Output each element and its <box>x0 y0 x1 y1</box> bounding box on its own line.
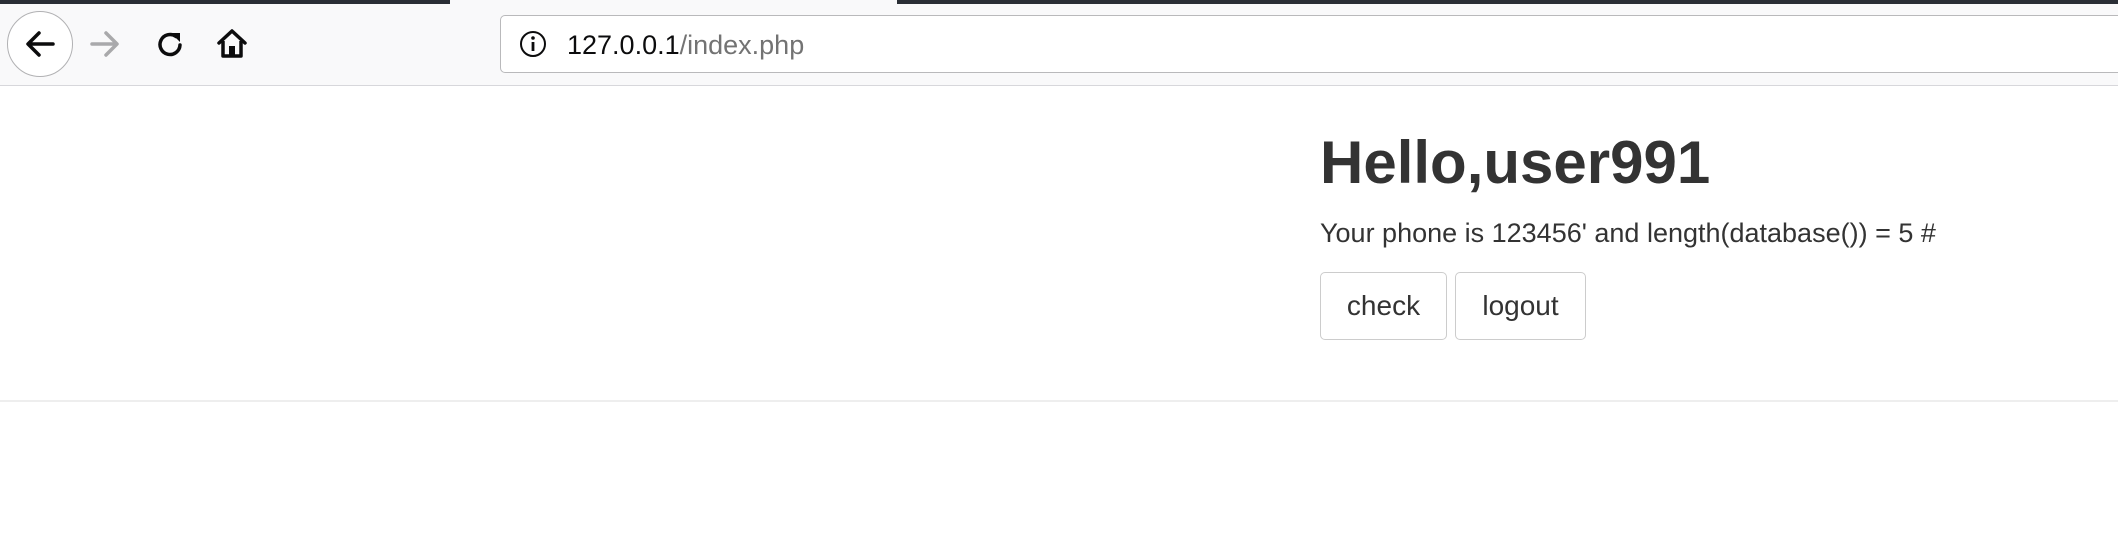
browser-toolbar: 127.0.0.1/index.php <box>0 0 2118 86</box>
logout-button[interactable]: logout <box>1455 272 1586 340</box>
url-text[interactable]: 127.0.0.1/index.php <box>567 29 804 61</box>
forward-arrow-icon <box>90 31 119 57</box>
back-button[interactable] <box>7 11 73 77</box>
tab-strip-right <box>897 0 2118 4</box>
forward-button[interactable] <box>82 21 128 67</box>
home-button[interactable] <box>209 21 255 67</box>
url-host: 127.0.0.1 <box>567 30 680 60</box>
tab-strip-left <box>0 0 450 4</box>
check-button[interactable]: check <box>1320 272 1447 340</box>
url-path: /index.php <box>679 30 805 60</box>
divider <box>0 400 2118 402</box>
phone-text: Your phone is 123456' and length(databas… <box>1320 218 1936 248</box>
address-bar[interactable]: 127.0.0.1/index.php <box>500 15 2118 73</box>
back-arrow-icon <box>26 31 55 57</box>
reload-icon <box>158 32 182 57</box>
reload-button[interactable] <box>147 21 193 67</box>
home-icon <box>217 29 247 58</box>
info-icon[interactable] <box>519 30 547 58</box>
greeting-heading: Hello,user991 <box>1320 129 1711 196</box>
